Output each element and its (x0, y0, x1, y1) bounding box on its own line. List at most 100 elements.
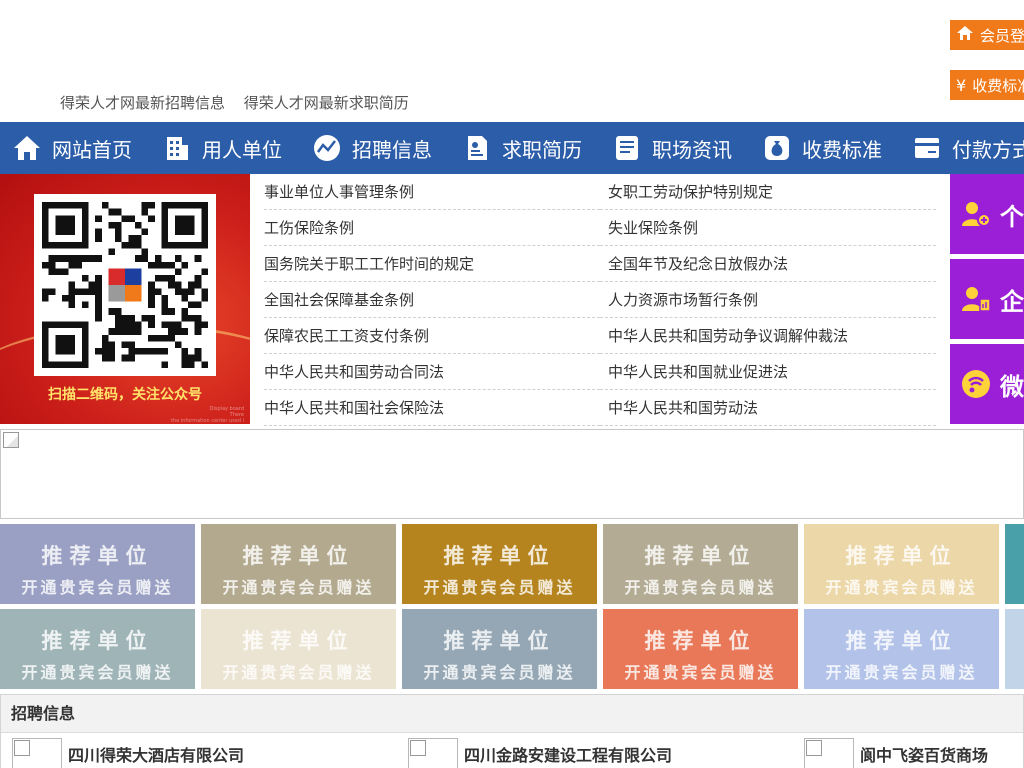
recommended-company-tile[interactable]: 推荐单位开通贵宾会员赠送 (1005, 524, 1024, 604)
regulation-link[interactable]: 事业单位人事管理条例 (264, 174, 600, 210)
regulation-link[interactable]: 女职工劳动保护特别规定 (600, 174, 936, 210)
recommended-companies: 推荐单位 开通贵宾会员赠送 推荐单位 开通贵宾会员赠送 推荐单位 开通贵宾会员赠送 推荐单位… (0, 524, 1024, 689)
recommended-company-tile[interactable]: 推荐单位开通贵宾会员赠送 (402, 524, 597, 604)
tile-subtitle: 开通贵宾会员赠送 (825, 663, 978, 682)
tile-label: 微 (1000, 372, 1024, 401)
recommended-company-tile[interactable]: 推荐单位开通贵宾会员赠送 (402, 609, 597, 689)
company-name: 四川得荣大酒店有限公司 (68, 746, 245, 765)
recommended-company-tile[interactable]: 推荐单位开通贵宾会员赠送 (804, 524, 999, 604)
recommended-company-tile[interactable]: 推荐单位开通贵宾会员赠送 (603, 609, 798, 689)
recommended-company-tile[interactable]: 推荐单位开通贵宾会员赠送 (0, 609, 195, 689)
job-company-link[interactable]: 四川得荣大酒店有限公司 (12, 738, 244, 768)
header-links: 得荣人才网最新招聘信息 得荣人才网最新求职简历 (60, 92, 423, 113)
tile-subtitle: 开通贵宾会员赠送 (423, 578, 576, 597)
regulation-link[interactable]: 中华人民共和国就业促进法 (600, 354, 936, 390)
regulation-link[interactable]: 中华人民共和国劳动争议调解仲裁法 (600, 318, 936, 354)
nav-label: 求职简历 (502, 137, 582, 162)
company-member-tile[interactable]: 企 (950, 259, 1024, 339)
qr-fine-print: Display board There the information cent… (171, 406, 244, 424)
ad-banner[interactable] (0, 429, 1024, 519)
wechat-icon (962, 370, 990, 398)
tile-title: 推荐单位 (1005, 625, 1024, 655)
latest-jobs-link[interactable]: 得荣人才网最新招聘信息 (60, 94, 225, 112)
regulation-link[interactable]: 保障农民工工资支付条例 (264, 318, 600, 354)
recommended-company-tile[interactable]: 推荐单位开通贵宾会员赠送 (804, 609, 999, 689)
news-icon (616, 136, 638, 160)
company-logo (12, 738, 62, 768)
tile-subtitle: 开通贵宾会员赠送 (423, 663, 576, 682)
nav-home[interactable]: 网站首页 (0, 133, 150, 163)
tile-label: 企 (1000, 287, 1024, 316)
latest-resumes-link[interactable]: 得荣人才网最新求职简历 (244, 94, 409, 112)
chart-icon (314, 135, 340, 161)
tile-title: 推荐单位 (845, 544, 958, 568)
list-item: 国务院关于职工工作时间的规定 全国年节及纪念日放假办法 (264, 246, 936, 282)
jobs-section: 招聘信息 四川得荣大酒店有限公司 四川金路安建设工程有限公司 阆中飞姿百货商场 (0, 694, 1024, 768)
person-add-icon (962, 202, 991, 227)
nav-label: 职场资讯 (652, 137, 732, 162)
company-logo (804, 738, 854, 768)
wechat-tile[interactable]: 微 (950, 344, 1024, 424)
company-logo (408, 738, 458, 768)
regulation-link[interactable]: 中华人民共和国社会保险法 (264, 390, 600, 426)
nav-fees[interactable]: 收费标准 (750, 133, 900, 163)
fees-button[interactable]: ¥ 收费标准 (950, 70, 1024, 100)
tile-subtitle: 开通贵宾会员赠送 (624, 578, 777, 597)
tile-subtitle: 开通贵宾会员赠送 (825, 578, 978, 597)
tile-title: 推荐单位 (443, 629, 556, 653)
tile-title: 推荐单位 (644, 629, 757, 653)
nav-payment[interactable]: 付款方式 (900, 133, 1024, 163)
qr-panel: 扫描二维码，关注公众号 Display board There the info… (0, 174, 250, 424)
recommended-company-tile[interactable]: 推荐单位开通贵宾会员赠送 (603, 524, 798, 604)
tile-subtitle: 开通贵宾会员赠送 (222, 663, 375, 682)
company-user-icon (962, 287, 991, 312)
tile-subtitle: 开通贵宾会员赠送 (21, 578, 174, 597)
nav-jobs[interactable]: 招聘信息 (300, 133, 450, 163)
building-icon (167, 137, 188, 160)
regulation-link[interactable]: 中华人民共和国劳动合同法 (264, 354, 600, 390)
list-item: 工伤保险条例 失业保险条例 (264, 210, 936, 246)
nav-label: 招聘信息 (352, 137, 432, 162)
job-company-link[interactable]: 阆中飞姿百货商场 (804, 738, 988, 768)
recommended-company-tile[interactable]: 推荐单位开通贵宾会员赠送 (201, 524, 396, 604)
nav-label: 网站首页 (52, 137, 132, 162)
regulations-list: 事业单位人事管理条例 女职工劳动保护特别规定 工伤保险条例 失业保险条例 国务院… (264, 174, 936, 426)
regulation-link[interactable]: 中华人民共和国劳动法 (600, 390, 936, 426)
recommended-company-tile[interactable]: 推荐单位开通贵宾会员赠送 (201, 609, 396, 689)
nav-employers[interactable]: 用人单位 (150, 133, 300, 163)
list-item: 全国社会保障基金条例 人力资源市场暂行条例 (264, 282, 936, 318)
card-icon (915, 138, 939, 158)
list-item: 事业单位人事管理条例 女职工劳动保护特别规定 (264, 174, 936, 210)
nav-news[interactable]: 职场资讯 (600, 133, 750, 163)
member-login-label: 会员登录 (980, 26, 1024, 45)
tile-title: 推荐单位 (41, 544, 154, 568)
company-name: 四川金路安建设工程有限公司 (464, 746, 673, 765)
nav-resumes[interactable]: 求职简历 (450, 133, 600, 163)
nav-label: 收费标准 (802, 137, 882, 162)
regulation-link[interactable]: 全国年节及纪念日放假办法 (600, 246, 936, 282)
resume-icon (468, 136, 487, 160)
list-item: 保障农民工工资支付条例 中华人民共和国劳动争议调解仲裁法 (264, 318, 936, 354)
regulation-link[interactable]: 工伤保险条例 (264, 210, 600, 246)
tile-subtitle: 开通贵宾会员赠送 (1005, 659, 1024, 683)
home-icon (956, 25, 974, 45)
personal-member-tile[interactable]: 个 (950, 174, 1024, 254)
regulation-link[interactable]: 失业保险条例 (600, 210, 936, 246)
broken-image-icon (3, 432, 19, 448)
member-login-button[interactable]: 会员登录 (950, 20, 1024, 50)
regulation-link[interactable]: 人力资源市场暂行条例 (600, 282, 936, 318)
qr-caption: 扫描二维码，关注公众号 (48, 387, 202, 403)
tile-title: 推荐单位 (845, 629, 958, 653)
job-company-link[interactable]: 四川金路安建设工程有限公司 (408, 738, 672, 768)
jobs-section-title: 招聘信息 (1, 695, 1023, 733)
tile-subtitle: 开通贵宾会员赠送 (1005, 574, 1024, 598)
regulation-link[interactable]: 全国社会保障基金条例 (264, 282, 600, 318)
tile-label: 个 (1000, 202, 1024, 231)
regulation-link[interactable]: 国务院关于职工工作时间的规定 (264, 246, 600, 282)
company-name: 阆中飞姿百货商场 (860, 746, 989, 765)
recommended-company-tile[interactable]: 推荐单位开通贵宾会员赠送 (0, 524, 195, 604)
tile-title: 推荐单位 (41, 629, 154, 653)
yen-icon: ¥ (956, 75, 967, 95)
recommended-company-tile[interactable]: 推荐单位开通贵宾会员赠送 (1005, 609, 1024, 689)
home-icon (14, 136, 40, 160)
